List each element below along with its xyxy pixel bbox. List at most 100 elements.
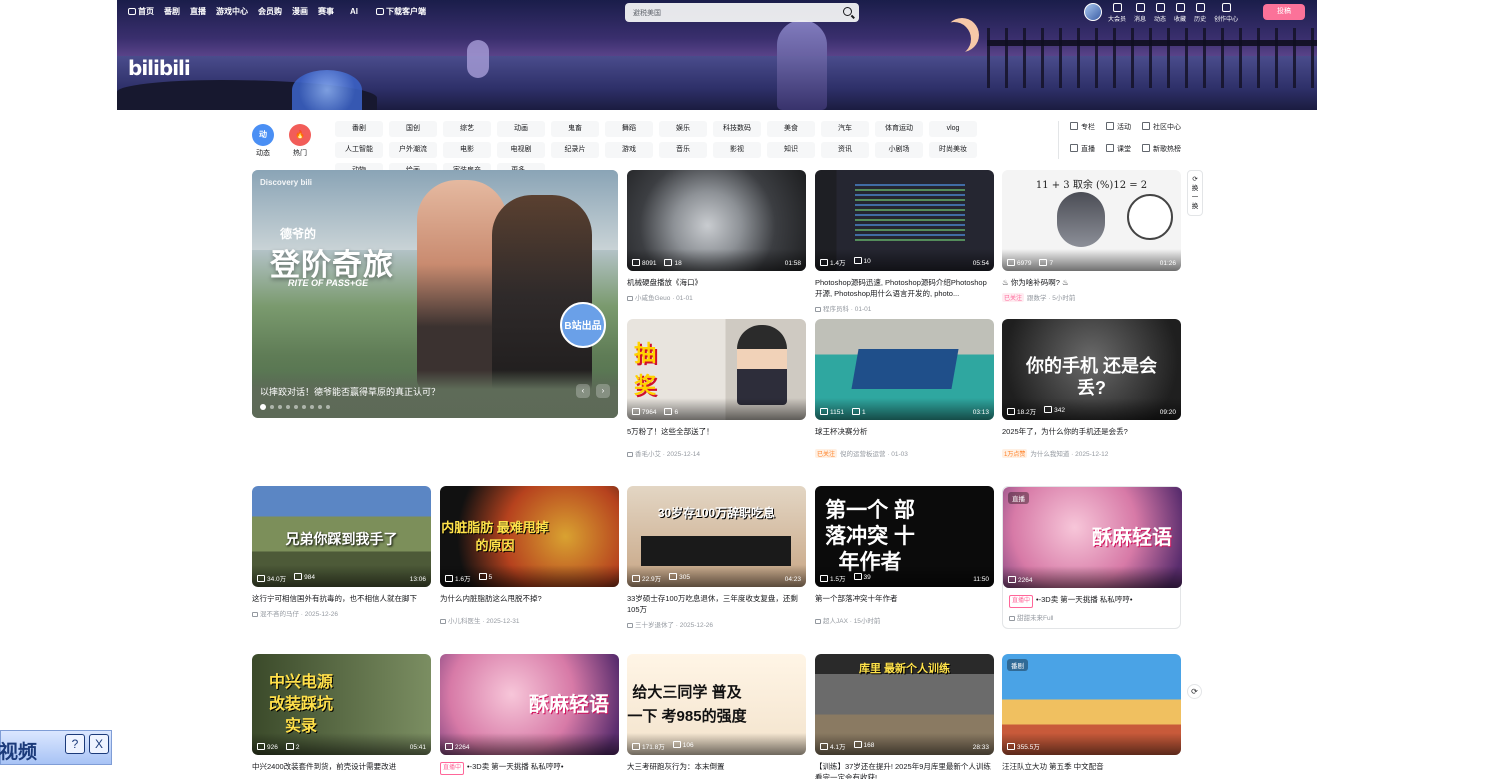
nav-anime[interactable]: 番剧 <box>164 6 180 17</box>
video-thumbnail[interactable]: 库里 最新个人训练 4.1万 168 28:33 <box>815 654 994 755</box>
carousel-dot[interactable] <box>294 405 298 409</box>
carousel-next-button[interactable]: › <box>596 384 610 398</box>
channel-item[interactable]: 汽车 <box>821 121 869 137</box>
video-title[interactable]: 汪汪队立大功 第五季 中文配音 <box>1002 761 1181 772</box>
video-title[interactable]: ♨ 你为啥补码啊? ♨ <box>1002 277 1181 288</box>
refresh-feed-button[interactable]: ⟳ 换一换 <box>1187 170 1203 216</box>
video-thumbnail[interactable]: 中兴电源 改装踩坑 实录 926 2 05:41 <box>252 654 431 755</box>
extra-column[interactable]: 专栏 <box>1070 122 1106 132</box>
avatar[interactable] <box>1084 3 1102 21</box>
channel-item[interactable]: 游戏 <box>605 142 653 158</box>
live-card[interactable]: 酥麻轻语 2264 直播中 •-3D卖 第一天挑播 私私哼哼• <box>440 654 619 775</box>
video-uploader[interactable]: 超人JAX · 15小时前 <box>815 615 994 625</box>
featured-carousel[interactable]: Discovery bili 德爷的 登阶奇旅 RITE OF PASS+GE … <box>252 170 618 418</box>
extra-class[interactable]: 课堂 <box>1106 144 1142 154</box>
video-title[interactable]: 为什么内脏脂肪这么甩脱不掉? <box>440 593 619 604</box>
video-card[interactable]: 11 + 3 取余 (%)12 = 2 6979 7 01:26 ♨ 你为啥补码啊… <box>1002 170 1181 302</box>
video-title[interactable]: 这行宁可相信国外有抗毒的，也不相信人就在脚下 <box>252 593 431 604</box>
video-uploader[interactable]: 小儿科医生 · 2025-12-31 <box>440 615 619 625</box>
carousel-dot[interactable] <box>278 405 282 409</box>
upload-button[interactable]: 投稿 <box>1263 4 1305 20</box>
message-entry[interactable]: 消息 <box>1134 3 1146 23</box>
help-button[interactable]: ? <box>65 734 85 754</box>
video-thumbnail[interactable]: 第一个 部落冲突 十年作者 1.5万 39 11:50 <box>815 486 994 587</box>
video-thumbnail[interactable]: 1151 1 03:13 <box>815 319 994 420</box>
nav-shop[interactable]: 会员购 <box>258 6 282 17</box>
video-card[interactable]: 你的手机 还是会丢? 18.2万 342 09:20 2025年了，为什么你的手机… <box>1002 319 1181 458</box>
video-thumbnail[interactable]: 给大三同学 普及一下 考985的强度 171.8万 106 <box>627 654 806 755</box>
video-thumbnail[interactable]: 番剧 355.5万 <box>1002 654 1181 755</box>
extra-live[interactable]: 直播 <box>1070 144 1106 154</box>
carousel-dot[interactable] <box>318 405 322 409</box>
nav-download[interactable]: 下载客户端 <box>376 6 426 17</box>
carousel-dot[interactable] <box>270 405 274 409</box>
video-card[interactable]: 内脏脂肪 最难甩掉的原因 1.6万 5 为什么内脏脂肪这么甩脱不掉? 小儿科医生 … <box>440 486 619 625</box>
extra-activity[interactable]: 活动 <box>1106 122 1142 132</box>
favorite-entry[interactable]: 收藏 <box>1174 3 1186 23</box>
anime-card[interactable]: 番剧 355.5万 汪汪队立大功 第五季 中文配音 <box>1002 654 1181 772</box>
video-card[interactable]: 兄弟你踩到我手了 34.0万 984 13:06 这行宁可相信国外有抗毒的，也不相… <box>252 486 431 618</box>
hot-button[interactable]: 🔥 <box>289 124 311 146</box>
carousel-caption[interactable]: 以摔跤对话！德爷能否赢得草原的真正认可？ <box>260 385 440 398</box>
history-entry[interactable]: 历史 <box>1194 3 1206 23</box>
channel-item[interactable]: 音乐 <box>659 142 707 158</box>
carousel-prev-button[interactable]: ‹ <box>576 384 590 398</box>
channel-item[interactable]: 纪录片 <box>551 142 599 158</box>
live-thumbnail[interactable]: 酥麻轻语 2264 <box>440 654 619 755</box>
video-uploader[interactable]: 香毛小艾 · 2025-12-14 <box>627 448 806 458</box>
video-card[interactable]: 1.4万 10 05:54 Photoshop源码迅速, Photoshop源码介… <box>815 170 994 313</box>
search-input[interactable]: 避税美国 <box>633 8 661 18</box>
video-title[interactable]: 第一个部落冲突十年作者 <box>815 593 994 604</box>
video-thumbnail[interactable]: 8091 18 01:58 <box>627 170 806 271</box>
channel-item[interactable]: 舞蹈 <box>605 121 653 137</box>
video-thumbnail[interactable]: 1.4万 10 05:54 <box>815 170 994 271</box>
video-title[interactable]: 球王杯决赛分析 <box>815 426 994 437</box>
video-uploader[interactable]: 混不吝的马仔 · 2025-12-26 <box>252 608 431 618</box>
nav-game[interactable]: 游戏中心 <box>216 6 248 17</box>
video-thumbnail[interactable]: 兄弟你踩到我手了 34.0万 984 13:06 <box>252 486 431 587</box>
channel-item[interactable]: 电视剧 <box>497 142 545 158</box>
video-title[interactable]: 中兴2400改装套件到货，前壳设计需要改进 <box>252 761 431 772</box>
channel-item[interactable]: 体育运动 <box>875 121 923 137</box>
video-title[interactable]: 5万粉了！这些全部送了！ <box>627 426 806 437</box>
channel-item[interactable]: 娱乐 <box>659 121 707 137</box>
channel-item[interactable]: 资讯 <box>821 142 869 158</box>
video-card[interactable]: 30岁存100万辞职吃息 22.9万 305 04:23 33岁硕士存100万吃息… <box>627 486 806 629</box>
video-card[interactable]: 1151 1 03:13 球王杯决赛分析 已关注 倪的运营板运营 · 01-03 <box>815 319 994 458</box>
channel-item[interactable]: 电影 <box>443 142 491 158</box>
channel-item[interactable]: 国创 <box>389 121 437 137</box>
video-card[interactable]: 给大三同学 普及一下 考985的强度 171.8万 106 大三考研跑灰行为：本末… <box>627 654 806 772</box>
channel-item[interactable]: 人工智能 <box>335 142 383 158</box>
video-card[interactable]: 抽 奖 7964 6 5万粉了！这些全部送了！ 香毛小艾 · 2025-12-14 <box>627 319 806 458</box>
search-box[interactable]: 避税美国 <box>625 3 859 22</box>
nav-ai[interactable]: AI <box>350 7 358 16</box>
carousel-dot[interactable] <box>286 405 290 409</box>
live-title[interactable]: 直播中 •-3D卖 第一天挑播 私私哼哼• <box>440 761 619 775</box>
video-card[interactable]: 库里 最新个人训练 4.1万 168 28:33 【训练】37岁还在提升! 202… <box>815 654 994 779</box>
nav-match[interactable]: 赛事 <box>318 6 334 17</box>
video-thumbnail[interactable]: 内脏脂肪 最难甩掉的原因 1.6万 5 <box>440 486 619 587</box>
floating-video-widget[interactable]: 视频 ? X <box>0 730 112 765</box>
video-thumbnail[interactable]: 抽 奖 7964 6 <box>627 319 806 420</box>
extra-songs[interactable]: 新歌热榜 <box>1142 144 1190 154</box>
nav-live[interactable]: 直播 <box>190 6 206 17</box>
bilibili-logo[interactable]: bilibili <box>128 56 191 80</box>
video-uploader[interactable]: 已关注 倪的运营板运营 · 01-03 <box>815 448 994 458</box>
channel-item[interactable]: 知识 <box>767 142 815 158</box>
nav-home[interactable]: 首页 <box>128 6 154 17</box>
extra-community[interactable]: 社区中心 <box>1142 122 1190 132</box>
video-uploader[interactable]: 已关注 跟数学 · 5小时前 <box>1002 292 1181 302</box>
video-title[interactable]: 2025年了，为什么你的手机还是会丢? <box>1002 426 1181 437</box>
dynamic-button[interactable]: 动 <box>252 124 274 146</box>
nav-manga[interactable]: 漫画 <box>292 6 308 17</box>
video-uploader[interactable]: 1万点赞 为什么我知道 · 2025-12-12 <box>1002 448 1181 458</box>
channel-item[interactable]: 户外潮流 <box>389 142 437 158</box>
creator-entry[interactable]: 创作中心 <box>1214 3 1238 23</box>
video-title[interactable]: 机械硬盘播放《海口》 <box>627 277 806 288</box>
channel-item[interactable]: 小剧场 <box>875 142 923 158</box>
channel-item[interactable]: vlog <box>929 121 977 137</box>
channel-item[interactable]: 番剧 <box>335 121 383 137</box>
vip-entry[interactable]: 大会员 <box>1108 3 1126 23</box>
channel-item[interactable]: 鬼畜 <box>551 121 599 137</box>
carousel-dot[interactable] <box>310 405 314 409</box>
